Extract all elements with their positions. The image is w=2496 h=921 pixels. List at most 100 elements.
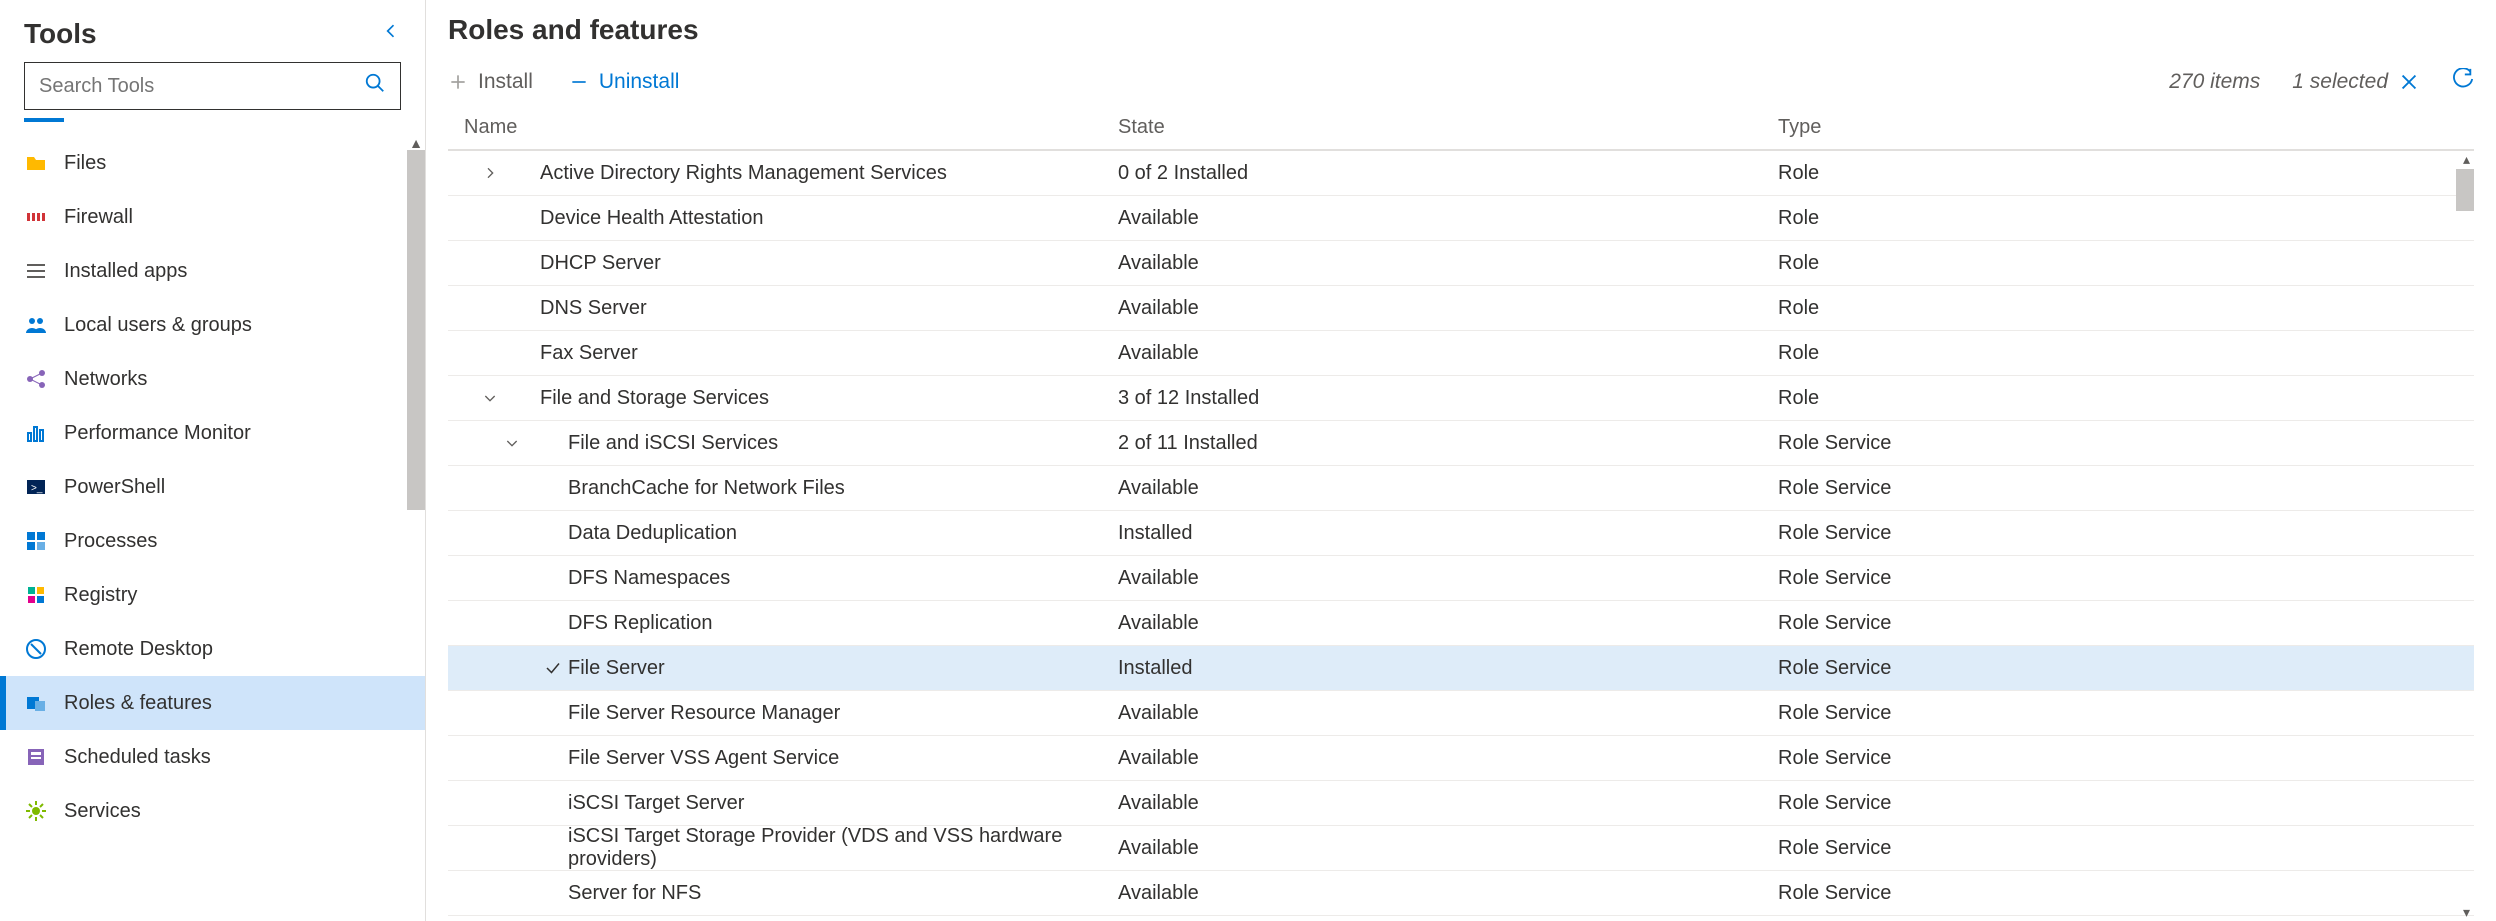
table-row[interactable]: DHCP ServerAvailableRole bbox=[448, 241, 2474, 286]
svg-text:>_: >_ bbox=[31, 483, 43, 494]
sidebar-item-firewall[interactable]: Firewall bbox=[0, 190, 425, 244]
uninstall-button[interactable]: Uninstall bbox=[569, 70, 680, 94]
sidebar-scrollbar[interactable] bbox=[407, 150, 425, 510]
sidebar-item-label: Roles & features bbox=[64, 692, 212, 715]
clear-selection-button[interactable]: 1 selected bbox=[2292, 70, 2420, 94]
row-state: Available bbox=[1118, 792, 1778, 815]
scrollbar-up-icon[interactable]: ▴ bbox=[2463, 151, 2470, 168]
table-row[interactable]: File and iSCSI Services 2 of 11 Installed… bbox=[448, 421, 2474, 466]
table-row[interactable]: File and Storage Services 3 of 12 Install… bbox=[448, 376, 2474, 421]
uninstall-label: Uninstall bbox=[599, 70, 680, 94]
row-name: File and Storage Services bbox=[540, 387, 769, 410]
row-type: Role Service bbox=[1778, 477, 2474, 500]
row-state: 3 of 12 Installed bbox=[1118, 387, 1778, 410]
close-icon bbox=[2398, 71, 2420, 93]
row-name: Device Health Attestation bbox=[540, 207, 763, 230]
main-scrollbar[interactable] bbox=[2456, 169, 2474, 211]
expand-icon[interactable] bbox=[500, 435, 524, 451]
row-state: Installed bbox=[1118, 522, 1778, 545]
sidebar-item-label: Processes bbox=[64, 530, 157, 553]
table-row[interactable]: Device Health Attestation AvailableRole bbox=[448, 196, 2474, 241]
table-row[interactable]: File Server VSS Agent ServiceAvailableRo… bbox=[448, 736, 2474, 781]
expand-icon[interactable] bbox=[478, 390, 502, 406]
refresh-button[interactable] bbox=[2452, 68, 2474, 96]
sidebar-item-local-users-groups[interactable]: Local users & groups bbox=[0, 298, 425, 352]
row-type: Role bbox=[1778, 207, 2474, 230]
sidebar-item-label: Remote Desktop bbox=[64, 638, 213, 661]
tool-icon bbox=[24, 637, 48, 661]
table-row[interactable]: File Server Resource ManagerAvailableRol… bbox=[448, 691, 2474, 736]
sidebar-item-registry[interactable]: Registry bbox=[0, 568, 425, 622]
sidebar-item-label: Services bbox=[64, 800, 141, 823]
table-row[interactable]: iSCSI Target Server AvailableRole Service bbox=[448, 781, 2474, 826]
collapse-sidebar-icon[interactable] bbox=[381, 21, 401, 47]
install-button[interactable]: Install bbox=[448, 70, 533, 94]
tool-icon bbox=[24, 691, 48, 715]
search-icon[interactable] bbox=[364, 72, 386, 100]
sidebar-item-processes[interactable]: Processes bbox=[0, 514, 425, 568]
plus-icon bbox=[448, 72, 468, 92]
sidebar-item-label: Installed apps bbox=[64, 260, 187, 283]
column-state[interactable]: State bbox=[1118, 116, 1778, 139]
table-row[interactable]: iSCSI Target Storage Provider (VDS and V… bbox=[448, 826, 2474, 871]
install-label: Install bbox=[478, 70, 533, 94]
row-type: Role Service bbox=[1778, 747, 2474, 770]
table-row[interactable]: Fax ServerAvailableRole bbox=[448, 331, 2474, 376]
row-type: Role bbox=[1778, 342, 2474, 365]
column-type[interactable]: Type bbox=[1778, 116, 2474, 139]
row-type: Role bbox=[1778, 162, 2474, 185]
check-icon bbox=[544, 659, 562, 677]
sidebar-item-scheduled-tasks[interactable]: Scheduled tasks bbox=[0, 730, 425, 784]
table-row[interactable]: BranchCache for Network FilesAvailableRo… bbox=[448, 466, 2474, 511]
tool-icon bbox=[24, 367, 48, 391]
sidebar-item-networks[interactable]: Networks bbox=[0, 352, 425, 406]
table-row[interactable]: File ServerInstalledRole Service bbox=[448, 646, 2474, 691]
scrollbar-up-icon[interactable]: ▲ bbox=[409, 135, 423, 151]
row-state: Available bbox=[1118, 297, 1778, 320]
row-type: Role Service bbox=[1778, 567, 2474, 590]
table-row[interactable]: DFS Namespaces AvailableRole Service bbox=[448, 556, 2474, 601]
row-name: File Server bbox=[568, 657, 665, 680]
tool-icon bbox=[24, 313, 48, 337]
row-name: iSCSI Target Server bbox=[568, 792, 744, 815]
search-input[interactable] bbox=[39, 75, 364, 98]
minus-icon bbox=[569, 72, 589, 92]
sidebar-item-label: Files bbox=[64, 152, 106, 175]
sidebar-item-installed-apps[interactable]: Installed apps bbox=[0, 244, 425, 298]
sidebar-item-label: Networks bbox=[64, 368, 147, 391]
sidebar-item-files[interactable]: Files bbox=[0, 136, 425, 190]
scrollbar-down-icon[interactable]: ▾ bbox=[2463, 904, 2470, 921]
row-name: File and iSCSI Services bbox=[568, 432, 778, 455]
sidebar-item-remote-desktop[interactable]: Remote Desktop bbox=[0, 622, 425, 676]
tool-icon bbox=[24, 421, 48, 445]
row-type: Role Service bbox=[1778, 837, 2474, 860]
column-name[interactable]: Name bbox=[448, 116, 1118, 139]
row-name: Server for NFS bbox=[568, 882, 701, 905]
sidebar-item-performance-monitor[interactable]: Performance Monitor bbox=[0, 406, 425, 460]
row-type: Role bbox=[1778, 252, 2474, 275]
table-row[interactable]: Active Directory Rights Management Servi… bbox=[448, 151, 2474, 196]
row-state: 2 of 11 Installed bbox=[1118, 432, 1778, 455]
row-name: DFS Namespaces bbox=[568, 567, 730, 590]
row-state: Available bbox=[1118, 747, 1778, 770]
sidebar-item-label: Scheduled tasks bbox=[64, 746, 211, 769]
row-state: Available bbox=[1118, 567, 1778, 590]
table-row[interactable]: DNS ServerAvailableRole bbox=[448, 286, 2474, 331]
search-box[interactable] bbox=[24, 62, 401, 110]
row-name: DHCP Server bbox=[540, 252, 661, 275]
tool-icon: >_ bbox=[24, 475, 48, 499]
sidebar-item-roles-features[interactable]: Roles & features bbox=[0, 676, 425, 730]
sidebar-item-services[interactable]: Services bbox=[0, 784, 425, 838]
tool-icon bbox=[24, 151, 48, 175]
table-row[interactable]: Data DeduplicationInstalledRole Service bbox=[448, 511, 2474, 556]
table-row[interactable]: DFS ReplicationAvailableRole Service bbox=[448, 601, 2474, 646]
sidebar-item-powershell[interactable]: >_PowerShell bbox=[0, 460, 425, 514]
tool-icon bbox=[24, 259, 48, 283]
row-name: iSCSI Target Storage Provider (VDS and V… bbox=[568, 825, 1118, 871]
item-count: 270 items bbox=[2169, 70, 2260, 94]
row-type: Role bbox=[1778, 387, 2474, 410]
row-type: Role Service bbox=[1778, 792, 2474, 815]
row-state: Available bbox=[1118, 207, 1778, 230]
table-row[interactable]: Server for NFSAvailableRole Service bbox=[448, 871, 2474, 916]
expand-icon[interactable] bbox=[478, 165, 502, 181]
